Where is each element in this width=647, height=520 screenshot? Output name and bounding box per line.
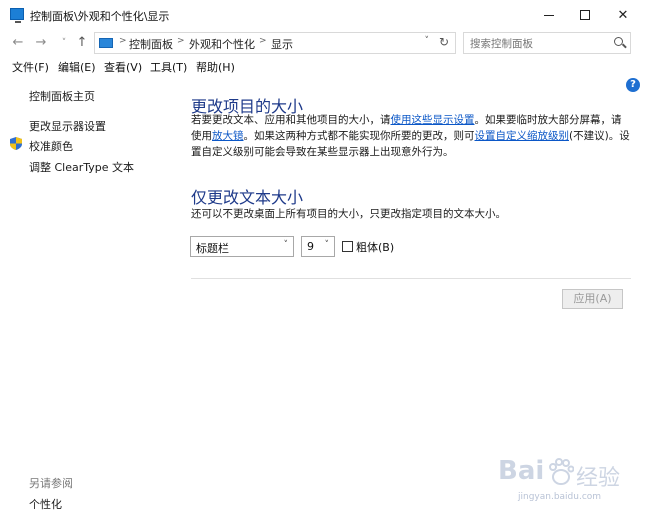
sidebar-item-display-settings[interactable]: 更改显示器设置 (29, 118, 106, 134)
divider (191, 278, 631, 279)
font-size-select[interactable]: 9 ˅ (301, 236, 335, 257)
breadcrumb-separator: > (177, 36, 185, 46)
menu-file[interactable]: 文件(F) (12, 59, 49, 75)
back-button[interactable]: ← (10, 34, 26, 52)
menu-view[interactable]: 查看(V) (104, 59, 142, 75)
minimize-icon (544, 14, 554, 16)
see-also-heading: 另请参阅 (29, 477, 73, 490)
item-select[interactable]: 标题栏 ˅ (190, 236, 294, 257)
breadcrumb-display[interactable]: 显示 (271, 36, 293, 52)
chevron-down-icon: ˅ (324, 240, 330, 250)
forward-button[interactable]: → (33, 34, 49, 52)
close-button[interactable]: ✕ (604, 0, 642, 30)
watermark-brand: Bai (498, 456, 545, 486)
address-bar[interactable]: > 控制面板 > 外观和个性化 > 显示 ˅ ↻ (94, 32, 456, 54)
recent-locations-button[interactable]: ˅ (56, 34, 72, 52)
section1-description: 若要更改文本、应用和其他项目的大小，请使用这些显示设置。如果要临时放大部分屏幕，… (191, 112, 631, 160)
breadcrumb-appearance[interactable]: 外观和个性化 (189, 36, 255, 52)
menu-help[interactable]: 帮助(H) (196, 59, 235, 75)
bold-label[interactable]: 粗体(B) (356, 239, 394, 255)
watermark-url: jingyan.baidu.com (518, 492, 602, 502)
section-heading-text-size: 仅更改文本大小 (191, 188, 304, 207)
search-icon[interactable] (614, 37, 623, 46)
maximize-icon (580, 10, 590, 20)
search-box[interactable] (463, 32, 631, 54)
address-dropdown-icon[interactable]: ˅ (425, 36, 430, 46)
section2-description: 还可以不更改桌面上所有项目的大小，只更改指定项目的文本大小。 (191, 208, 506, 220)
item-select-value: 标题栏 (196, 242, 229, 255)
uac-shield-icon (10, 137, 22, 150)
navigation-bar: ← → ˅ ↑ > 控制面板 > 外观和个性化 > 显示 ˅ ↻ (0, 30, 647, 56)
breadcrumb-control-panel[interactable]: 控制面板 (129, 36, 173, 52)
custom-scaling-link[interactable]: 设置自定义缩放级别 (475, 130, 570, 142)
search-input[interactable] (470, 36, 600, 51)
menu-tools[interactable]: 工具(T) (150, 59, 187, 75)
apply-button[interactable]: 应用(A) (562, 289, 623, 309)
computer-icon (99, 38, 113, 48)
sidebar-item-calibrate-color[interactable]: 校准颜色 (29, 138, 73, 154)
refresh-icon[interactable]: ↻ (439, 35, 449, 49)
minimize-button[interactable] (530, 0, 568, 30)
title-bar: 控制面板\外观和个性化\显示 ✕ (0, 0, 647, 30)
magnifier-link[interactable]: 放大镜 (212, 130, 244, 142)
section1-text-a: 若要更改文本、应用和其他项目的大小，请 (191, 114, 391, 126)
font-size-value: 9 (307, 240, 314, 253)
control-panel-icon (10, 8, 24, 23)
menu-edit[interactable]: 编辑(E) (58, 59, 96, 75)
watermark-brand-cn: 经验 (576, 466, 621, 491)
bold-checkbox[interactable] (342, 241, 353, 252)
baidu-jingyan-watermark: Bai 经验 jingyan.baidu.com (496, 452, 646, 520)
display-settings-link[interactable]: 使用这些显示设置 (391, 114, 475, 126)
help-icon[interactable]: ? (626, 78, 640, 92)
sidebar-item-cleartype[interactable]: 调整 ClearType 文本 (29, 159, 134, 175)
menu-bar: 文件(F) 编辑(E) 查看(V) 工具(T) 帮助(H) (0, 57, 647, 75)
section1-text-c: 。如果这两种方式都不能实现你所要的更改，则可 (243, 130, 475, 142)
breadcrumb-separator: > (119, 36, 127, 46)
paw-icon (549, 458, 574, 485)
sidebar-item-home[interactable]: 控制面板主页 (29, 88, 95, 104)
see-also-personalization[interactable]: 个性化 (29, 496, 62, 512)
up-button[interactable]: ↑ (74, 34, 90, 52)
breadcrumb-separator: > (259, 36, 267, 46)
maximize-button[interactable] (566, 0, 604, 30)
window-title: 控制面板\外观和个性化\显示 (30, 10, 170, 23)
chevron-down-icon: ˅ (283, 240, 289, 250)
